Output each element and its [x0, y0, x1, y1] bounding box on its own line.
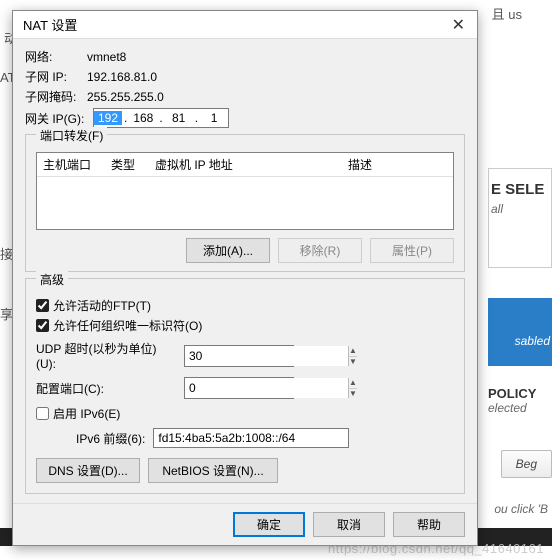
enable-ipv6-checkbox[interactable]: 启用 IPv6(E): [36, 405, 454, 422]
nat-settings-dialog: NAT 设置 ✕ 网络: vmnet8 子网 IP: 192.168.81.0 …: [12, 10, 478, 546]
subnet-mask-value: 255.255.255.0: [87, 90, 164, 104]
bg-footer-text: ou click 'B: [494, 502, 548, 516]
enable-ipv6-label: 启用 IPv6(E): [53, 405, 120, 422]
udp-timeout-label: UDP 超时(以秒为单位)(U):: [36, 340, 176, 371]
ok-button[interactable]: 确定: [233, 512, 305, 537]
netbios-settings-button[interactable]: NetBIOS 设置(N)...: [148, 458, 278, 483]
gateway-octet-4[interactable]: 1: [200, 111, 228, 125]
bg-top-label: 且 us: [492, 4, 522, 23]
spinner-up-icon[interactable]: ▲: [349, 378, 357, 389]
bg-policy-box: POLICY elected: [488, 386, 552, 415]
gateway-ip-input[interactable]: 192. 168. 81. 1: [93, 108, 229, 128]
add-button[interactable]: 添加(A)...: [186, 238, 270, 263]
bg-selection-sub: all: [491, 202, 551, 216]
ipv6-prefix-input[interactable]: [153, 428, 349, 448]
subnet-ip-value: 192.168.81.0: [87, 70, 157, 84]
config-port-input[interactable]: [185, 378, 348, 398]
allow-any-oui-checkbox[interactable]: 允许任何组织唯一标识符(O): [36, 317, 454, 334]
remove-button: 移除(R): [278, 238, 362, 263]
dialog-titlebar: NAT 设置 ✕: [13, 11, 477, 39]
help-button[interactable]: 帮助: [393, 512, 465, 537]
advanced-group-label: 高级: [36, 271, 68, 288]
udp-timeout-spinner[interactable]: ▲ ▼: [184, 345, 294, 367]
bg-selection-box: E SELE all: [488, 168, 552, 268]
advanced-group: 高级 允许活动的FTP(T) 允许任何组织唯一标识符(O) UDP 超时(以秒为…: [25, 278, 465, 494]
allow-any-oui-label: 允许任何组织唯一标识符(O): [53, 317, 202, 334]
enable-ipv6-input[interactable]: [36, 407, 49, 420]
port-forwarding-group-label: 端口转发(F): [36, 127, 107, 144]
port-forwarding-table[interactable]: 主机端口 类型 虚拟机 IP 地址 描述: [36, 152, 454, 230]
dialog-content: 网络: vmnet8 子网 IP: 192.168.81.0 子网掩码: 255…: [13, 39, 477, 503]
subnet-ip-label: 子网 IP:: [25, 68, 87, 85]
spinner-down-icon[interactable]: ▼: [349, 389, 357, 399]
subnet-mask-label: 子网掩码:: [25, 88, 87, 105]
allow-active-ftp-input[interactable]: [36, 299, 49, 312]
spinner-up-icon[interactable]: ▲: [349, 346, 357, 357]
allow-active-ftp-label: 允许活动的FTP(T): [53, 297, 151, 314]
network-label: 网络:: [25, 48, 87, 65]
bg-policy-title: POLICY: [488, 386, 552, 401]
col-host-port: 主机端口: [43, 156, 103, 173]
properties-button: 属性(P): [370, 238, 454, 263]
allow-any-oui-input[interactable]: [36, 319, 49, 332]
bg-begin-button[interactable]: Beg: [501, 450, 552, 478]
bg-selection-title: E SELE: [491, 181, 551, 198]
col-vm-ip: 虚拟机 IP 地址: [155, 156, 265, 173]
spinner-down-icon[interactable]: ▼: [349, 357, 357, 367]
gateway-octet-1[interactable]: 192: [94, 111, 122, 125]
cancel-button[interactable]: 取消: [313, 512, 385, 537]
config-port-spinner[interactable]: ▲ ▼: [184, 377, 294, 399]
dialog-title: NAT 设置: [23, 15, 77, 34]
config-port-label: 配置端口(C):: [36, 380, 176, 397]
port-forwarding-group: 端口转发(F) 主机端口 类型 虚拟机 IP 地址 描述 添加(A)... 移除…: [25, 134, 465, 272]
gateway-ip-label: 网关 IP(G):: [25, 110, 93, 127]
col-type: 类型: [111, 156, 147, 173]
allow-active-ftp-checkbox[interactable]: 允许活动的FTP(T): [36, 297, 454, 314]
udp-timeout-input[interactable]: [185, 346, 348, 366]
gateway-octet-2[interactable]: 168: [129, 111, 157, 125]
ipv6-prefix-label: IPv6 前缀(6):: [76, 430, 145, 447]
bg-policy-sub: elected: [488, 401, 552, 415]
network-value: vmnet8: [87, 50, 126, 64]
dialog-footer: 确定 取消 帮助: [13, 503, 477, 545]
bg-blue-box: sabled: [488, 298, 552, 366]
table-header: 主机端口 类型 虚拟机 IP 地址 描述: [37, 153, 453, 177]
close-icon[interactable]: ✕: [446, 15, 471, 35]
dns-settings-button[interactable]: DNS 设置(D)...: [36, 458, 140, 483]
col-description: 描述: [273, 156, 447, 173]
bg-blue-label: sabled: [515, 334, 550, 348]
gateway-octet-3[interactable]: 81: [165, 111, 193, 125]
